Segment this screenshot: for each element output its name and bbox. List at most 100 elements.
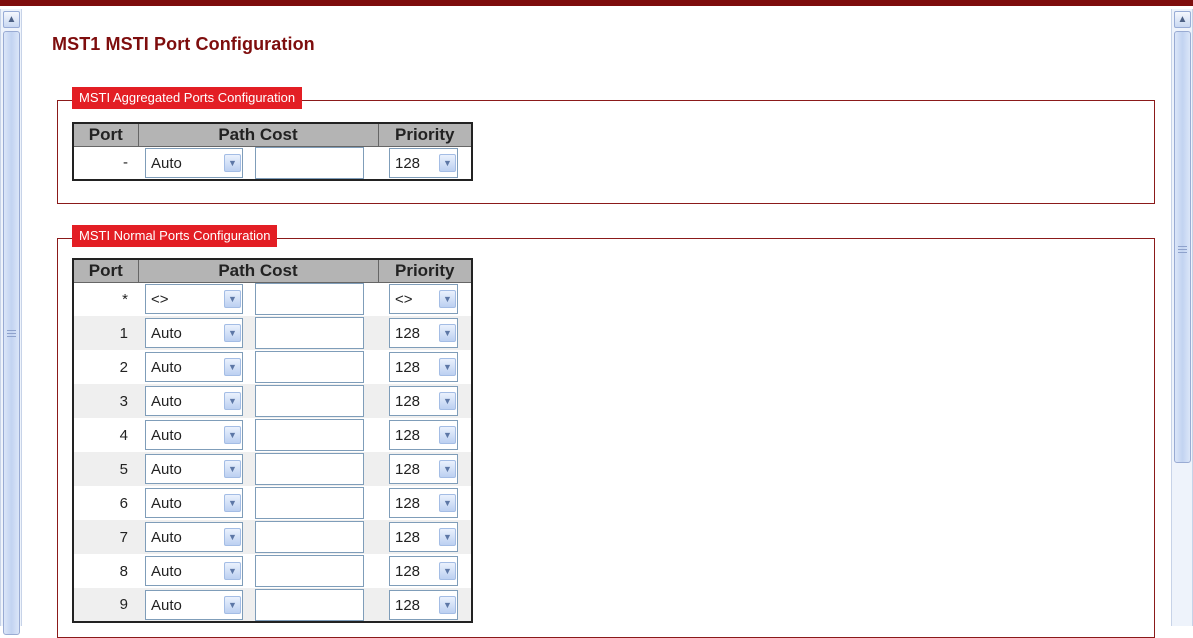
scroll-up-arrow-icon[interactable]: ▲ [1174,11,1191,28]
priority-cell: 128 ▼ [378,316,472,350]
chevron-down-icon[interactable]: ▼ [224,460,241,478]
port-column-header: Port [72,258,139,283]
priority-select[interactable]: 128 ▼ [389,318,458,348]
path-cost-cell: Auto ▼ [138,384,378,418]
path-cost-select-value: Auto [151,325,182,342]
path-cost-select-value: Auto [151,393,182,410]
chevron-down-icon[interactable]: ▼ [439,528,456,546]
path-cost-select-value: Auto [151,359,182,376]
chevron-down-icon[interactable]: ▼ [439,324,456,342]
chevron-down-icon[interactable]: ▼ [224,290,241,309]
path-cost-select[interactable]: Auto ▼ [145,147,243,178]
priority-select-value: 128 [395,596,421,614]
path-cost-cell: Auto ▼ [138,418,378,452]
priority-cell: 128 ▼ [378,486,472,520]
priority-cell: <> ▼ [378,282,472,316]
priority-cell: 128 ▼ [378,520,472,554]
chevron-down-icon[interactable]: ▼ [224,324,241,342]
path-cost-select-value: Auto [151,495,182,512]
priority-select[interactable]: 128 ▼ [389,386,458,416]
right-frame-scrollbar[interactable]: ▲ [1171,9,1193,626]
aggregated-ports-legend: MSTI Aggregated Ports Configuration [72,87,303,109]
path-cost-input[interactable] [255,487,364,519]
path-cost-input[interactable] [255,419,364,451]
priority-column-header: Priority [377,258,473,283]
path-cost-select[interactable]: Auto ▼ [145,318,243,348]
chevron-down-icon[interactable]: ▼ [439,153,456,172]
table-row: 9 Auto ▼ 128 ▼ [73,588,472,622]
priority-select[interactable]: 128 ▼ [389,352,458,382]
chevron-down-icon[interactable]: ▼ [439,460,456,478]
path-cost-select-value: Auto [151,563,182,580]
priority-cell: 128 ▼ [378,418,472,452]
path-cost-input[interactable] [255,555,364,587]
scroll-up-arrow-icon[interactable]: ▲ [3,11,20,28]
chevron-down-icon[interactable]: ▼ [439,595,456,614]
path-cost-input[interactable] [255,283,364,316]
path-cost-cell: Auto ▼ [138,146,378,180]
priority-cell: 128 ▼ [378,554,472,588]
path-cost-select-value: Auto [151,427,182,444]
chevron-down-icon[interactable]: ▼ [439,392,456,410]
priority-select[interactable]: 128 ▼ [389,589,458,620]
path-cost-cell: Auto ▼ [138,520,378,554]
path-cost-select[interactable]: Auto ▼ [145,589,243,620]
priority-select[interactable]: 128 ▼ [389,488,458,518]
path-cost-input[interactable] [255,385,364,417]
path-cost-select-value: Auto [151,529,182,546]
chevron-down-icon[interactable]: ▼ [224,153,241,172]
chevron-down-icon[interactable]: ▼ [439,358,456,376]
path-cost-cell: Auto ▼ [138,316,378,350]
left-frame-scrollbar[interactable]: ▲ [0,9,22,635]
chevron-down-icon[interactable]: ▼ [224,528,241,546]
path-cost-input[interactable] [255,453,364,485]
path-cost-select[interactable]: Auto ▼ [145,556,243,586]
priority-select[interactable]: 128 ▼ [389,556,458,586]
chevron-down-icon[interactable]: ▼ [439,426,456,444]
path-cost-column-header: Path Cost [137,258,379,283]
path-cost-select[interactable]: <> ▼ [145,284,243,315]
priority-select-value: 128 [395,427,421,444]
priority-select-value: 128 [395,325,421,342]
path-cost-select[interactable]: Auto ▼ [145,420,243,450]
priority-select-value: 128 [395,461,421,478]
path-cost-select[interactable]: Auto ▼ [145,454,243,484]
path-cost-select[interactable]: Auto ▼ [145,488,243,518]
priority-select[interactable]: 128 ▼ [389,454,458,484]
path-cost-input[interactable] [255,146,364,179]
chevron-down-icon[interactable]: ▼ [224,358,241,376]
scroll-thumb[interactable] [1174,31,1191,463]
path-cost-input[interactable] [255,317,364,349]
chevron-down-icon[interactable]: ▼ [224,562,241,580]
chevron-down-icon[interactable]: ▼ [224,426,241,444]
priority-select[interactable]: 128 ▼ [389,522,458,552]
priority-select[interactable]: <> ▼ [389,284,458,315]
path-cost-select[interactable]: Auto ▼ [145,522,243,552]
chevron-down-icon[interactable]: ▼ [224,392,241,410]
chevron-down-icon[interactable]: ▼ [439,494,456,512]
scroll-thumb[interactable] [3,31,20,635]
path-cost-input[interactable] [255,588,364,621]
priority-select-value: 128 [395,529,421,546]
path-cost-input[interactable] [255,521,364,553]
priority-cell: 128 ▼ [378,384,472,418]
chevron-down-icon[interactable]: ▼ [224,595,241,614]
chevron-down-icon[interactable]: ▼ [439,562,456,580]
path-cost-column-header: Path Cost [137,122,379,147]
path-cost-select[interactable]: Auto ▼ [145,352,243,382]
table-row: 1 Auto ▼ 128 ▼ [73,316,472,350]
top-bar [0,0,1193,6]
priority-column-header: Priority [377,122,473,147]
path-cost-input[interactable] [255,351,364,383]
priority-select[interactable]: 128 ▼ [389,147,458,178]
priority-cell: 128 ▼ [378,588,472,622]
chevron-down-icon[interactable]: ▼ [224,494,241,512]
priority-select-value: 128 [395,495,421,512]
priority-select[interactable]: 128 ▼ [389,420,458,450]
chevron-down-icon[interactable]: ▼ [439,290,456,309]
priority-select-value: 128 [395,359,421,376]
normal-ports-fieldset: MSTI Normal Ports Configuration Port Pat… [57,225,1155,638]
path-cost-select[interactable]: Auto ▼ [145,386,243,416]
path-cost-cell: Auto ▼ [138,588,378,622]
aggregated-ports-fieldset: MSTI Aggregated Ports Configuration Port… [57,87,1155,204]
